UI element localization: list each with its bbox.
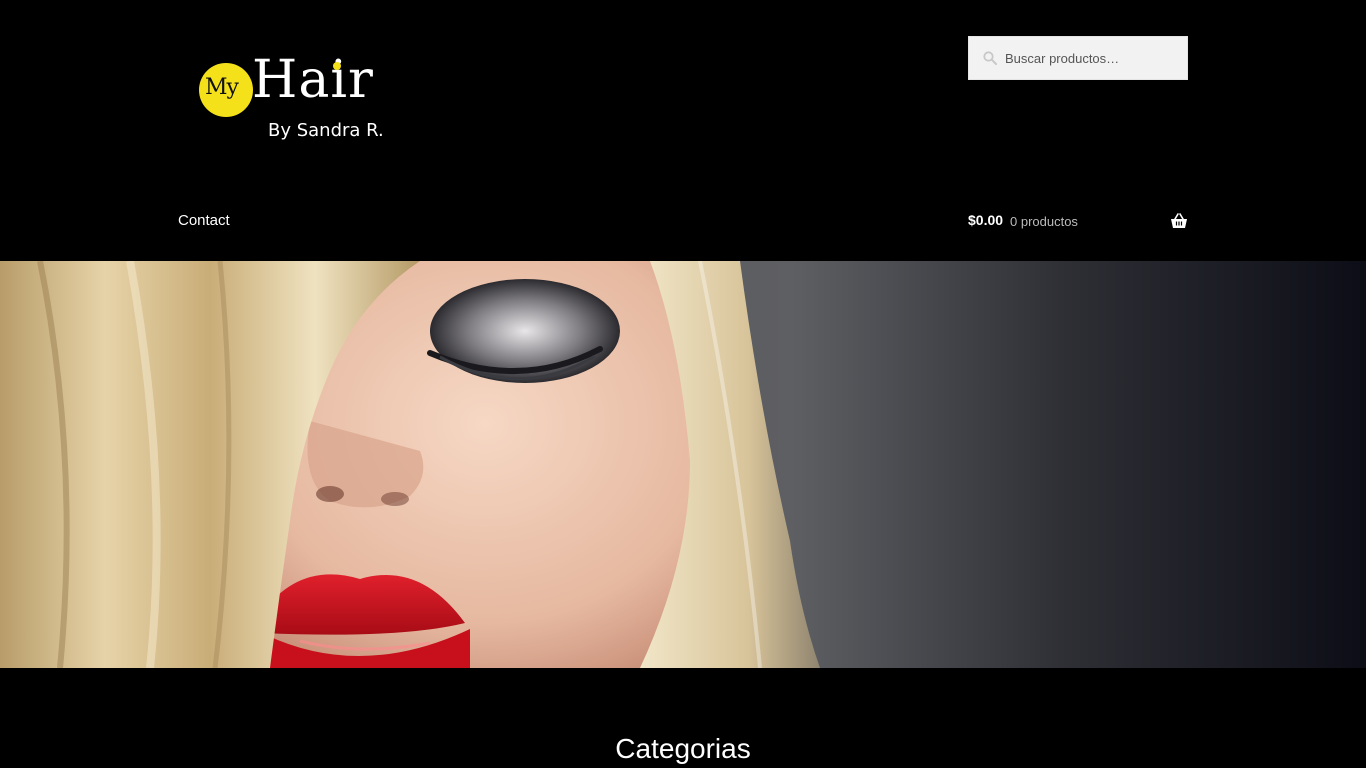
cart-amount: $0.00 [968,212,1004,228]
logo-my-text: My [205,75,239,100]
logo-hair-text: Hair [252,50,374,110]
search-icon [983,51,997,65]
logo-dot [333,62,341,70]
logo-byline: By Sandra R. [268,120,384,141]
product-search [968,36,1188,80]
basket-icon [1171,213,1187,228]
cart-count: 0 productos [1010,214,1078,229]
hero-illustration [0,261,1366,668]
site-header: My Hair By Sandra R. Contact $0.00 0 pro… [0,0,1366,261]
header-cart[interactable]: $0.00 0 productos [968,212,1188,234]
nav-item-contact[interactable]: Contact [178,212,230,229]
hero-banner-image [0,261,1366,668]
categories-heading: Categorias [615,733,751,764]
site-logo[interactable]: My Hair By Sandra R. [196,54,386,150]
search-input[interactable] [1003,37,1183,79]
